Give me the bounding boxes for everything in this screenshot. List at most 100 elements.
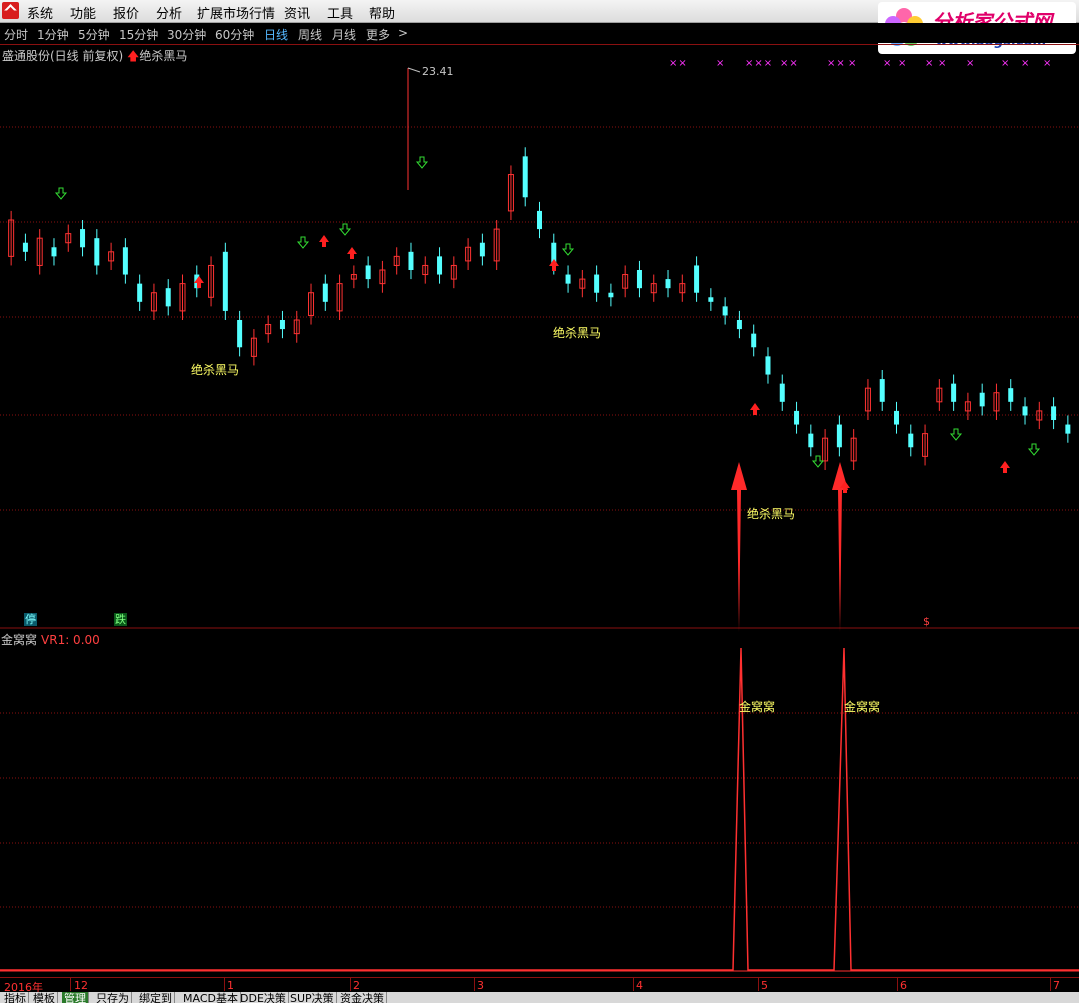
up-arrow-icon <box>347 247 357 259</box>
candle-body <box>879 379 885 402</box>
signal-x-mark: × <box>1043 58 1053 69</box>
tab-macd[interactable]: MACD基本 <box>181 992 241 1003</box>
max-price-label: 23.41 <box>422 65 454 78</box>
signal-annotation: 绝杀黑马 <box>553 326 602 340</box>
candle-body <box>722 306 728 316</box>
candle-body <box>894 410 899 425</box>
candle-body <box>1008 388 1014 402</box>
up-arrow-icon <box>750 403 760 415</box>
indicator-line <box>0 647 1079 971</box>
candle-body <box>751 333 757 348</box>
signal-x-mark: ××× <box>745 58 774 69</box>
candle-body <box>908 433 914 448</box>
signal-x-mark: × <box>966 58 976 69</box>
tab-bind-to[interactable]: 绑定到 <box>137 992 175 1003</box>
stock-title: 盛通股份(日线 前复权) <box>2 49 124 63</box>
signal-x-mark: × <box>1001 58 1011 69</box>
candle-body <box>437 256 443 275</box>
candle-body <box>365 265 371 280</box>
candle-body <box>765 356 771 375</box>
signal-x-mark: × <box>716 58 726 69</box>
candle-body <box>522 156 528 198</box>
up-arrow-icon: 🡅 <box>127 49 140 63</box>
candle-body <box>794 410 800 425</box>
down-arrow-icon <box>54 187 68 200</box>
date-tick <box>474 978 475 991</box>
date-label: 4 <box>636 979 643 992</box>
indicator-name: 金窝窝 <box>1 633 38 647</box>
indicator-title: 金窝窝 VR1: 0.00 <box>1 631 100 648</box>
candle-body <box>808 433 814 448</box>
candle-body <box>80 229 86 248</box>
price-chart[interactable] <box>0 0 1079 1003</box>
down-arrow-icon <box>296 236 310 249</box>
candle-body <box>279 320 285 330</box>
signal-x-mark: ×× <box>669 58 688 69</box>
tab-dde[interactable]: DDE决策 <box>238 992 289 1003</box>
candle-body <box>165 288 171 307</box>
halt-badge[interactable]: 停 <box>24 613 37 626</box>
down-arrow-icon <box>338 223 352 236</box>
candle-body <box>951 383 957 402</box>
down-arrow-icon <box>561 243 575 256</box>
candle-body <box>694 265 700 293</box>
candle-body <box>237 320 243 348</box>
candle-body <box>736 320 742 330</box>
down-arrow-icon <box>1027 443 1041 456</box>
tab-indicator[interactable]: 指标 <box>2 992 29 1003</box>
candle-body <box>665 279 671 289</box>
tab-save-as[interactable]: 只存为 <box>94 992 132 1003</box>
signal-x-mark: × <box>898 58 908 69</box>
signal-x-mark: × <box>1021 58 1031 69</box>
tab-sup[interactable]: SUP决策 <box>288 992 337 1003</box>
candle-body <box>408 251 414 270</box>
candle-body <box>1051 406 1057 420</box>
down-arrow-icon <box>415 156 429 169</box>
date-label: 2 <box>353 979 360 992</box>
candle-body <box>565 274 571 284</box>
signal-x-mark: × <box>883 58 893 69</box>
buy-signal-arrow <box>731 462 747 632</box>
date-tick <box>350 978 351 991</box>
candle-body <box>779 383 785 402</box>
candle-body <box>594 274 600 293</box>
up-arrow-icon <box>319 235 329 247</box>
date-label: 3 <box>477 979 484 992</box>
date-tick <box>897 978 898 991</box>
candle-body <box>608 292 614 298</box>
candle-body <box>94 238 100 266</box>
tab-manage[interactable]: 管理 <box>62 992 89 1003</box>
signal-x-mark: × <box>925 58 935 69</box>
candle-body <box>1065 424 1071 434</box>
indicator-annotation: 金窝窝 <box>739 700 776 714</box>
signal-legend: 绝杀黑马 <box>139 49 188 63</box>
tab-template[interactable]: 模板 <box>31 992 58 1003</box>
candle-body <box>22 242 28 252</box>
tab-fund[interactable]: 资金决策 <box>338 992 387 1003</box>
candle-body <box>708 297 714 302</box>
indicator-tab-bar: 指标 模板 管理 只存为 绑定到 MACD基本 DDE决策 SUP决策 资金决策 <box>0 992 1079 1003</box>
dollar-badge[interactable]: $ <box>922 615 931 628</box>
date-tick <box>1050 978 1051 991</box>
signal-x-mark: × <box>848 58 858 69</box>
date-axis: 2016年 12 1 2 3 4 5 6 7 <box>0 977 1079 994</box>
signal-annotation: 绝杀黑马 <box>191 363 240 377</box>
chart-title: 盛通股份(日线 前复权) 🡅绝杀黑马 <box>2 47 187 68</box>
date-label: 1 <box>227 979 234 992</box>
candle-body <box>537 210 542 230</box>
signal-x-mark: ×× <box>827 58 846 69</box>
date-label: 5 <box>761 979 768 992</box>
date-label: 6 <box>900 979 907 992</box>
candle-body <box>222 251 228 311</box>
signal-annotation: 绝杀黑马 <box>747 507 796 521</box>
date-tick <box>70 978 71 991</box>
candle-body <box>322 283 328 302</box>
date-label: 12 <box>74 979 88 992</box>
drop-badge[interactable]: 跌 <box>114 613 127 626</box>
candle-body <box>636 270 642 289</box>
signal-x-mark: ×× <box>780 58 799 69</box>
date-tick <box>224 978 225 991</box>
peak-pointer <box>407 67 421 73</box>
candle-body <box>979 392 985 407</box>
down-arrow-icon <box>811 455 825 468</box>
